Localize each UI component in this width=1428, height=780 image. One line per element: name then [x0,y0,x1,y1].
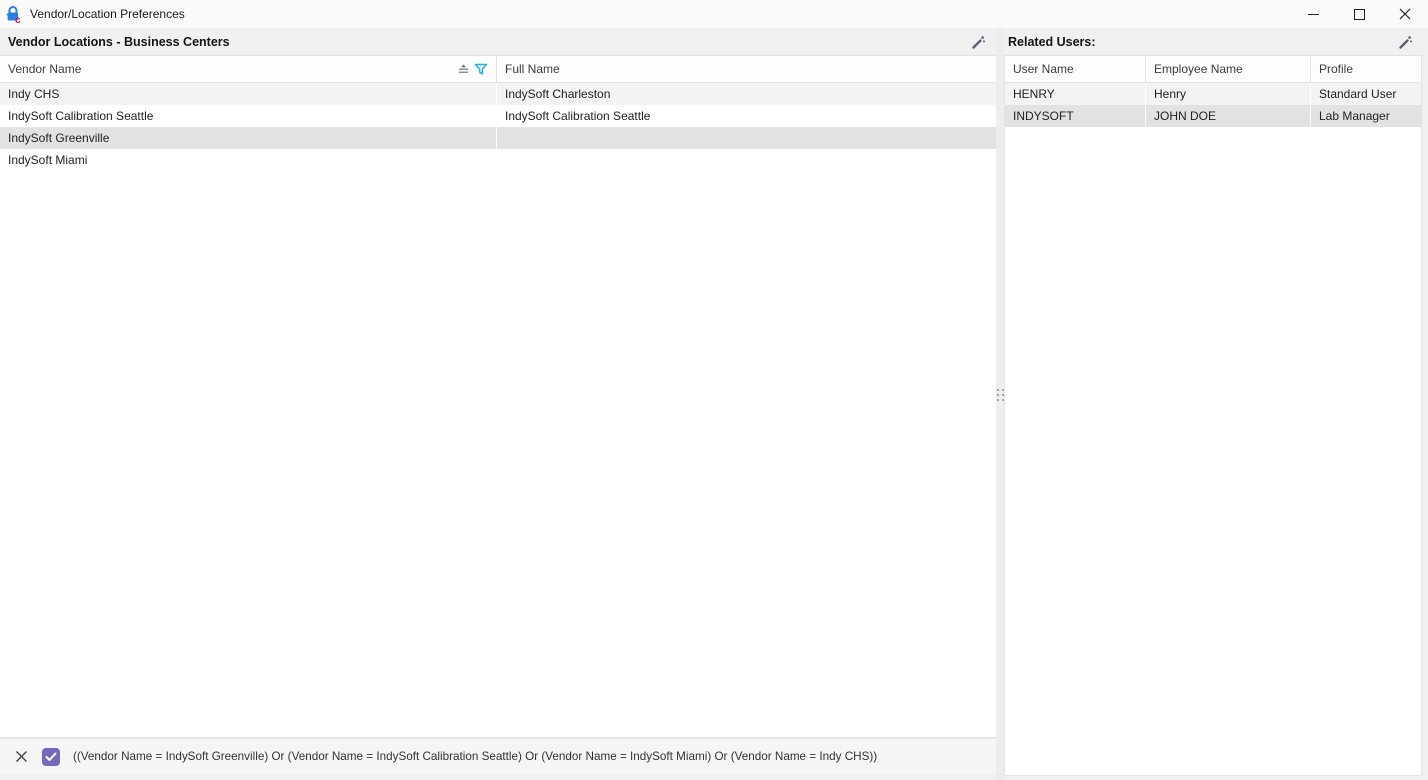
table-row[interactable]: Indy CHS IndySoft Charleston [0,83,996,105]
close-x-icon [15,750,28,763]
column-header-label: Vendor Name [8,62,81,76]
full-name-cell[interactable]: IndySoft Calibration Seattle [497,105,996,127]
column-header-label: Profile [1319,62,1353,76]
full-name-cell[interactable] [497,127,996,149]
vendor-name-cell[interactable]: IndySoft Miami [0,149,497,171]
vendor-name-cell[interactable]: Indy CHS [0,83,497,105]
close-icon [1398,7,1412,21]
vendor-name-cell[interactable]: IndySoft Greenville [0,127,497,149]
left-panel-title: Vendor Locations - Business Centers [8,35,230,49]
table-row[interactable]: HENRY Henry Standard User [1005,83,1421,105]
window-title: Vendor/Location Preferences [30,7,185,21]
maximize-icon [1354,9,1365,20]
related-users-grid: User Name Employee Name Profile HENRY He… [1004,55,1422,776]
column-header-label: Full Name [505,62,560,76]
table-row-selected[interactable]: IndySoft Greenville [0,127,996,149]
profile-cell[interactable]: Standard User [1311,83,1421,105]
vendor-locations-grid: Vendor Name Full Name Indy CHS IndySoft … [0,55,997,738]
table-row[interactable]: IndySoft Calibration Seattle IndySoft Ca… [0,105,996,127]
left-panel-header: Vendor Locations - Business Centers [0,29,997,55]
column-header-label: Employee Name [1154,62,1243,76]
full-name-cell[interactable] [497,149,996,171]
window-controls [1290,0,1428,28]
window-titlebar: c Vendor/Location Preferences [0,0,1428,28]
splitter-grip-icon [997,389,1004,401]
left-grid-customize-button[interactable] [969,33,987,51]
vendor-name-cell[interactable]: IndySoft Calibration Seattle [0,105,497,127]
maximize-button[interactable] [1336,0,1382,28]
minimize-icon [1308,14,1319,15]
user-name-cell[interactable]: HENRY [1005,83,1146,105]
users-grid-header-row: User Name Employee Name Profile [1005,56,1421,83]
profile-cell[interactable]: Lab Manager [1311,105,1421,127]
filter-expression-text[interactable]: ((Vendor Name = IndySoft Greenville) Or … [73,750,877,763]
app-lock-icon: c [4,4,24,24]
sort-ascending-icon [457,63,470,75]
panel-splitter[interactable] [996,28,1004,780]
employee-name-cell[interactable]: JOHN DOE [1146,105,1311,127]
filter-funnel-icon[interactable] [474,63,488,76]
checkmark-icon [45,752,57,762]
magic-wand-icon [970,34,986,50]
filter-panel: ((Vendor Name = IndySoft Greenville) Or … [0,738,997,774]
employee-name-cell[interactable]: Henry [1146,83,1311,105]
close-button[interactable] [1382,0,1428,28]
minimize-button[interactable] [1290,0,1336,28]
column-header-user-name[interactable]: User Name [1005,56,1146,82]
column-header-full-name[interactable]: Full Name [497,56,996,82]
user-name-cell[interactable]: INDYSOFT [1005,105,1146,127]
table-row[interactable]: IndySoft Miami [0,149,996,171]
table-row-selected[interactable]: INDYSOFT JOHN DOE Lab Manager [1005,105,1421,127]
full-name-cell[interactable]: IndySoft Charleston [497,83,996,105]
clear-filter-button[interactable] [13,749,29,765]
vendor-grid-header-row: Vendor Name Full Name [0,56,996,83]
column-header-indicators [457,63,496,76]
right-grid-customize-button[interactable] [1396,33,1414,51]
filter-enabled-checkbox[interactable] [42,748,60,766]
svg-text:c: c [15,15,21,24]
right-panel-title: Related Users: [1008,35,1096,49]
magic-wand-icon [1397,34,1413,50]
right-panel-header: Related Users: [1004,29,1422,55]
column-header-employee-name[interactable]: Employee Name [1146,56,1311,82]
column-header-vendor-name[interactable]: Vendor Name [0,56,497,82]
column-header-profile[interactable]: Profile [1311,56,1421,82]
column-header-label: User Name [1013,62,1074,76]
